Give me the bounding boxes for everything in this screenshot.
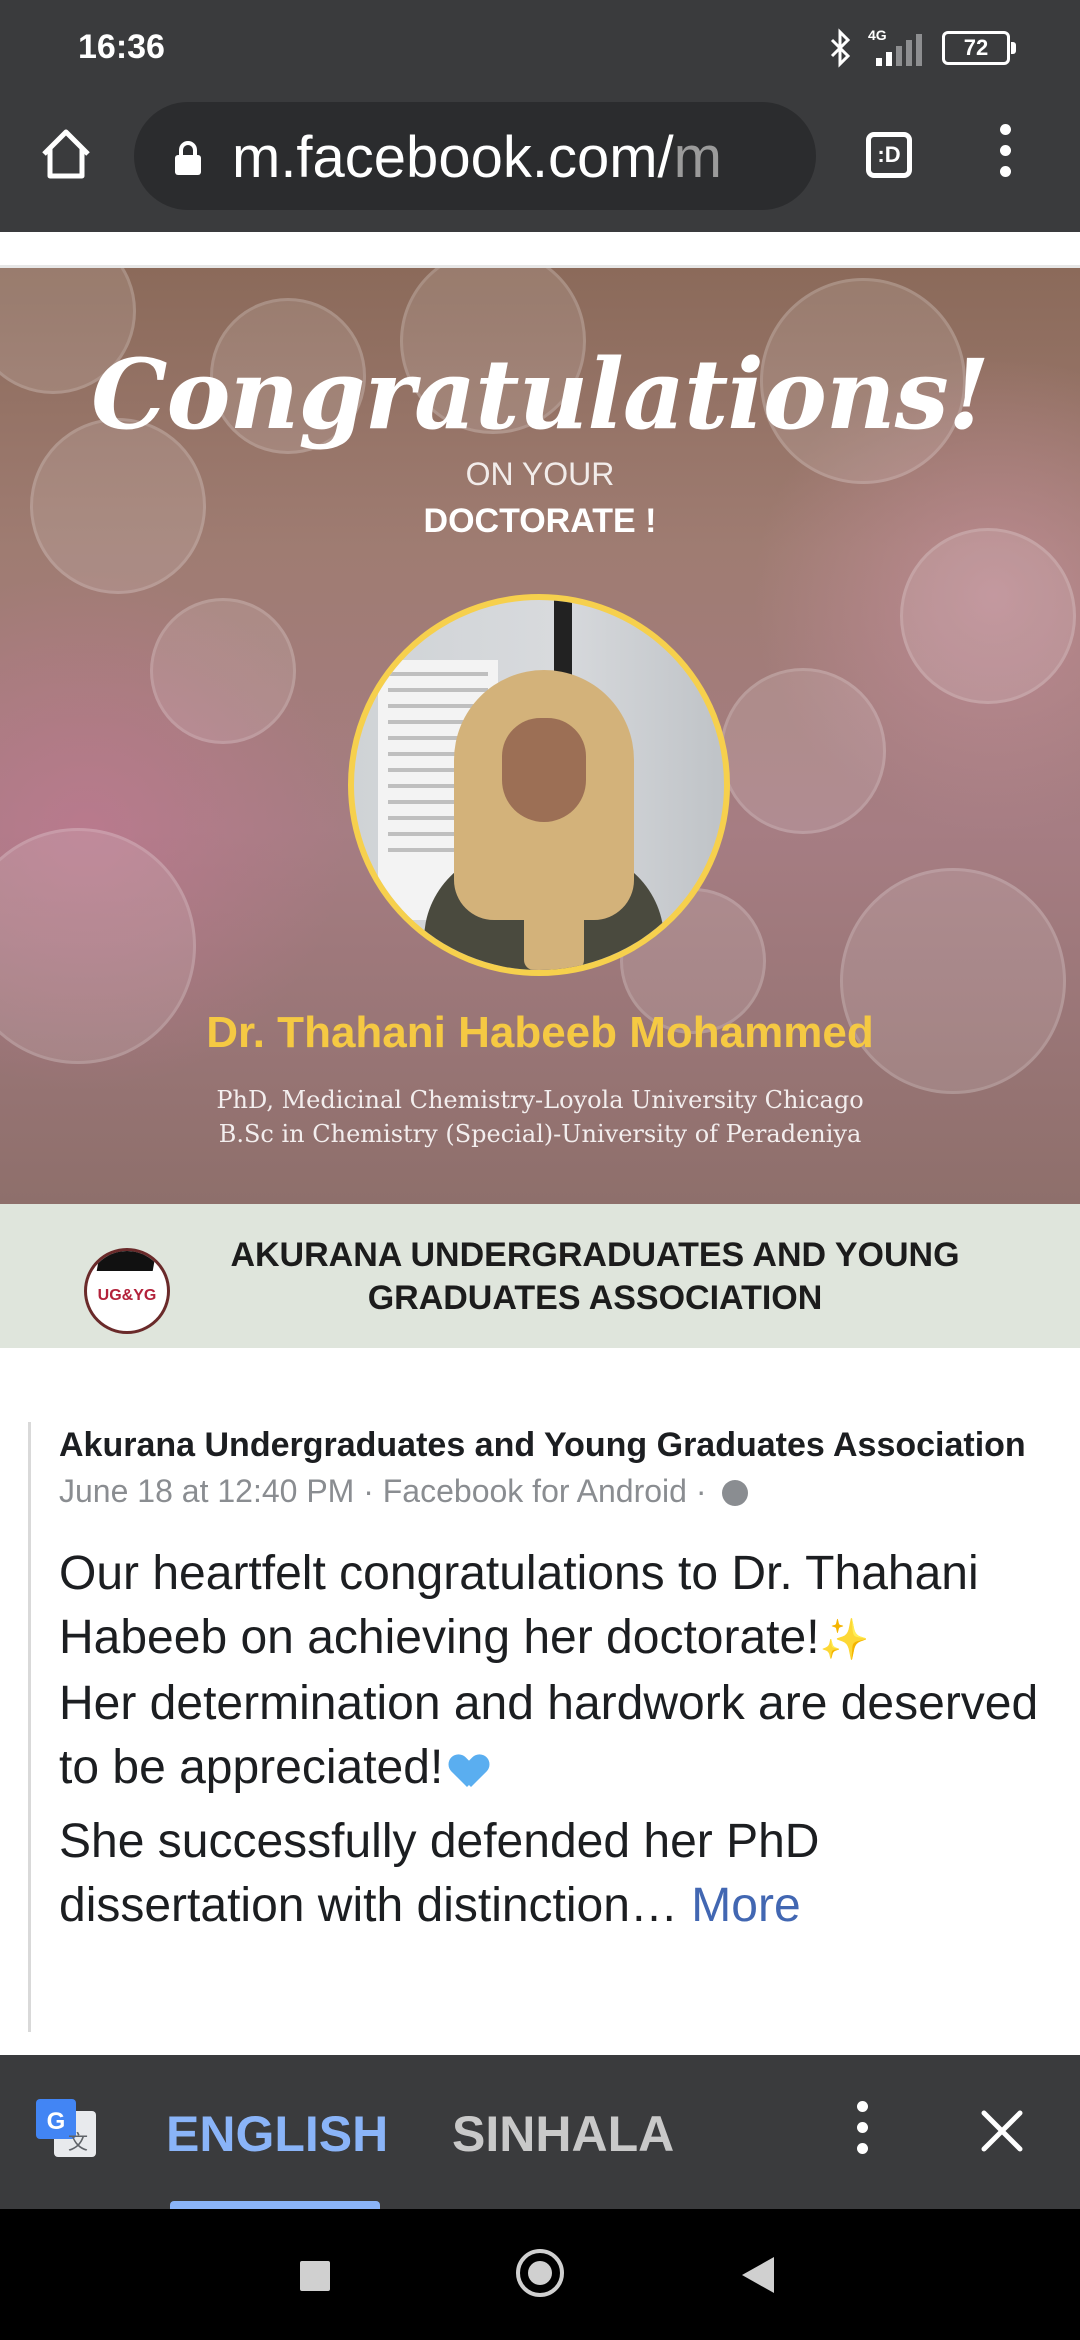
graduation-cap-icon: [96, 1251, 158, 1271]
post-image[interactable]: Congratulations! ON YOUR DOCTORATE ! Dr.…: [0, 268, 1080, 1204]
svg-text:G: G: [47, 2108, 66, 2135]
post-byline: Akurana Undergraduates and Young Graduat…: [59, 1422, 1039, 1514]
page-name-link[interactable]: Akurana Undergraduates and Young Graduat…: [59, 1426, 1026, 1464]
post-paragraph-2: She successfully defended her PhD disser…: [59, 1810, 1039, 1938]
status-time: 16:36: [78, 28, 165, 66]
banner-background: Congratulations! ON YOUR DOCTORATE ! Dr.…: [0, 268, 1080, 1204]
logo-text: UG&YG: [97, 1287, 157, 1304]
url-bar[interactable]: m.facebook.com/m: [134, 102, 816, 210]
translate-bar: G 文 ENGLISH SINHALA: [0, 2055, 1080, 2209]
post-body: Akurana Undergraduates and Young Graduat…: [28, 1422, 1051, 2032]
tab-switcher-button[interactable]: :D: [866, 132, 912, 178]
system-nav-bar: [0, 2209, 1080, 2340]
congratulations-heading: Congratulations!: [91, 338, 990, 451]
url-text: m.facebook.com/m: [232, 124, 722, 191]
translate-menu-icon[interactable]: [852, 2101, 872, 2165]
association-banner: UG&YG AKURANA UNDERGRADUATES AND YOUNG G…: [0, 1204, 1080, 1348]
status-bar: 16:36 4G 72: [0, 0, 1080, 96]
subheading-line-1: ON YOUR: [465, 456, 615, 492]
sparkles-icon: ✨: [819, 1618, 870, 1663]
tab-english[interactable]: ENGLISH: [166, 2105, 388, 2163]
status-icons: 4G 72: [828, 26, 1016, 70]
post-paragraph-1: Our heartfelt congratulations to Dr. Tha…: [59, 1542, 1039, 1800]
battery-icon: 72: [942, 31, 1016, 65]
browser-toolbar: m.facebook.com/m :D: [0, 96, 1080, 232]
active-tab-indicator: [170, 2201, 380, 2209]
url-fade: m: [673, 125, 722, 190]
subheading-line-2: DOCTORATE !: [423, 502, 657, 540]
home-button[interactable]: [516, 2249, 564, 2297]
association-title: AKURANA UNDERGRADUATES AND YOUNG GRADUAT…: [230, 1236, 960, 1317]
post-text-line-2: Her determination and hardwork are deser…: [59, 1677, 1039, 1795]
google-translate-icon: G 文: [36, 2099, 96, 2157]
more-menu-icon[interactable]: [990, 124, 1020, 188]
recents-button[interactable]: [300, 2261, 330, 2291]
degree-line-1: PhD, Medicinal Chemistry-Loyola Universi…: [216, 1086, 864, 1114]
association-logo: UG&YG: [84, 1248, 170, 1334]
portrait-photo: [348, 594, 730, 976]
page-content: Congratulations! ON YOUR DOCTORATE ! Dr.…: [0, 232, 1080, 2055]
globe-icon: [721, 1480, 748, 1507]
close-icon[interactable]: [976, 2105, 1028, 2157]
post-text: Our heartfelt congratulations to Dr. Tha…: [59, 1542, 1039, 1938]
bluetooth-icon: [830, 28, 851, 68]
post-meta: June 18 at 12:40 PM · Facebook for Andro…: [59, 1473, 707, 1509]
blue-heart-icon: [451, 1753, 487, 1789]
svg-text:文: 文: [68, 2130, 88, 2154]
home-icon[interactable]: [36, 124, 96, 184]
tab-sinhala[interactable]: SINHALA: [452, 2105, 674, 2163]
url-main: m.facebook.com/: [232, 125, 674, 190]
divider: [0, 232, 1080, 268]
back-button[interactable]: [742, 2257, 774, 2293]
lock-icon: [175, 141, 201, 175]
honoree-name: Dr. Thahani Habeeb Mohammed: [206, 1008, 874, 1057]
signal-icon: 4G: [868, 28, 928, 68]
degree-line-2: B.Sc in Chemistry (Special)-University o…: [218, 1120, 862, 1148]
more-link[interactable]: More: [691, 1879, 800, 1932]
